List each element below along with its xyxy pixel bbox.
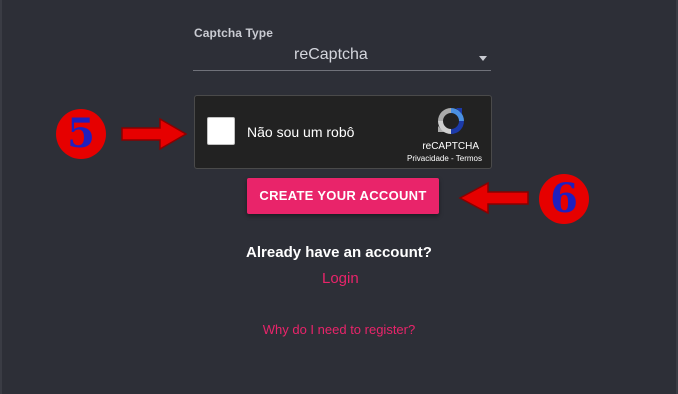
captcha-type-label: Captcha Type xyxy=(194,26,273,40)
recaptcha-brand: reCAPTCHA xyxy=(422,141,479,152)
step-badge-left: 5 xyxy=(56,109,106,159)
captcha-type-value: reCaptcha xyxy=(294,46,368,63)
recaptcha-links-separator: - xyxy=(448,154,456,163)
recaptcha-terms-link[interactable]: Termos xyxy=(456,154,482,163)
recaptcha-logo-icon xyxy=(438,108,464,134)
already-have-account-text: Already have an account? xyxy=(246,244,432,261)
caret-down-icon xyxy=(479,56,487,61)
recaptcha-privacy-link[interactable]: Privacidade xyxy=(407,154,449,163)
recaptcha-links: Privacidade - Termos xyxy=(407,154,482,163)
step-badge-right: 6 xyxy=(539,174,589,224)
arrow-left-icon xyxy=(458,181,529,215)
recaptcha-widget: Não sou um robô reCAPTCHA Privacidade - … xyxy=(194,95,492,169)
recaptcha-checkbox[interactable] xyxy=(207,117,235,145)
recaptcha-checkbox-label: Não sou um robô xyxy=(247,124,355,140)
captcha-type-select[interactable]: reCaptcha xyxy=(193,44,491,71)
why-register-link[interactable]: Why do I need to register? xyxy=(0,322,678,337)
create-account-button[interactable]: CREATE YOUR ACCOUNT xyxy=(247,178,439,214)
login-link[interactable]: Login xyxy=(322,270,359,287)
arrow-right-icon xyxy=(121,117,188,151)
